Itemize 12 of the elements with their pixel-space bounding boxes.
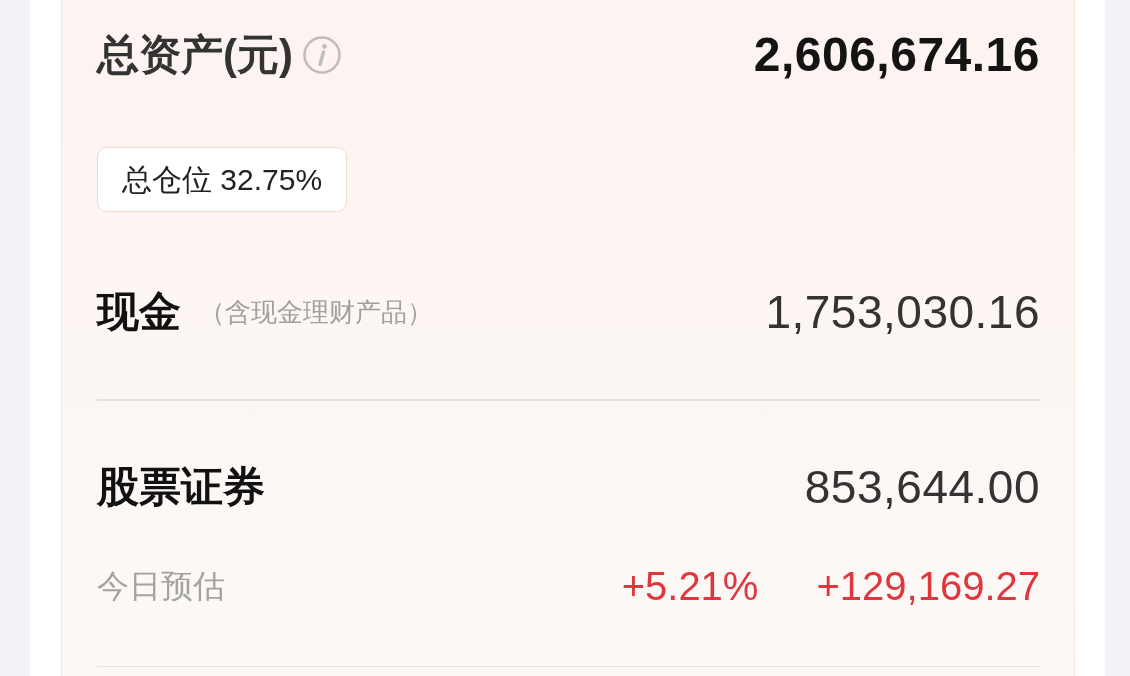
- asset-value: 1,753,030.16: [765, 289, 1040, 335]
- asset-note: （含现金理财产品）: [199, 299, 433, 325]
- asset-label: 股票证券: [97, 466, 265, 508]
- asset-label: 现金: [97, 291, 181, 333]
- total-assets-value: 2,606,674.16: [753, 31, 1040, 79]
- estimate-label: 今日预估: [97, 570, 225, 602]
- estimate-percent: +5.21%: [621, 566, 759, 606]
- info-icon[interactable]: [303, 36, 341, 74]
- estimate-amount: +129,169.27: [816, 566, 1040, 606]
- total-assets-label: 总资产(元): [97, 34, 293, 76]
- asset-value: 853,644.00: [804, 464, 1040, 510]
- position-tag: 总仓位 32.75%: [97, 147, 348, 212]
